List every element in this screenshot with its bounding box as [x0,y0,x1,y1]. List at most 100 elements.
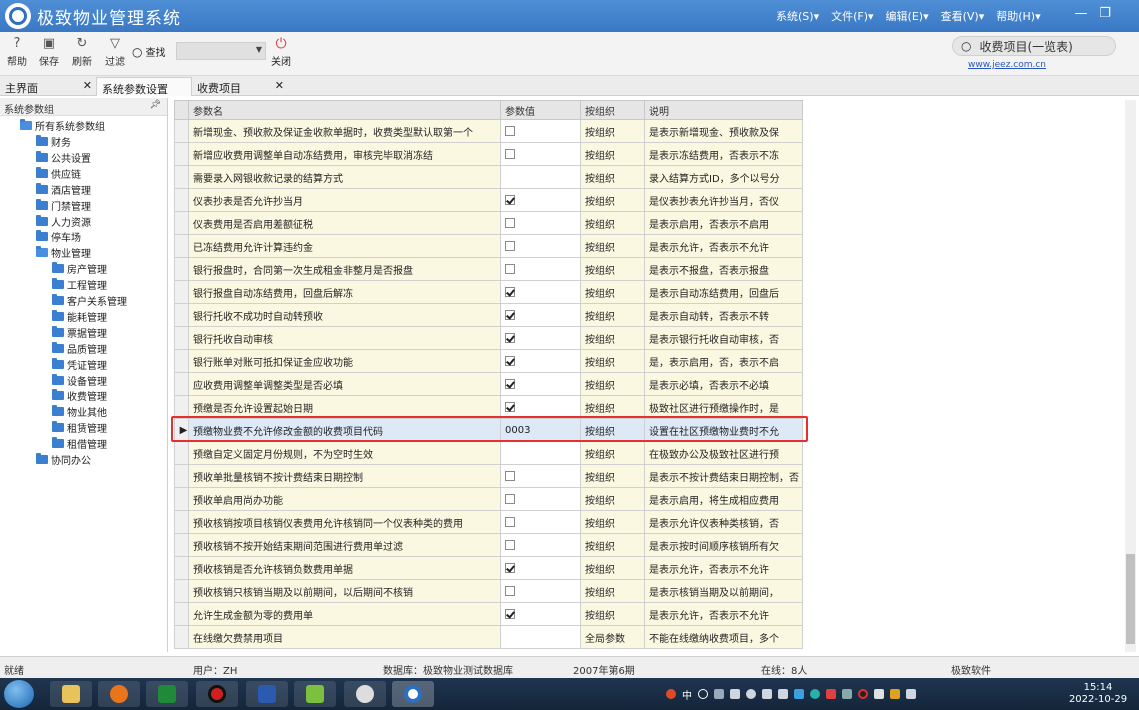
row-indicator[interactable] [174,556,189,580]
taskbar-app-explorer[interactable] [50,681,92,707]
param-name-cell[interactable]: 预收单启用尚办功能 [188,487,501,511]
param-value-cell[interactable] [500,234,581,258]
param-group-cell[interactable]: 按组织 [580,280,645,304]
param-desc-cell[interactable]: 是表示冻结费用，否表示不冻 [644,142,803,166]
taskbar-app-jeez[interactable] [392,681,434,707]
param-name-cell[interactable]: 预收核销不按开始结束期间范围进行费用单过滤 [188,533,501,557]
param-value-cell[interactable] [500,395,581,419]
grid-icon[interactable] [778,689,788,699]
close-icon[interactable]: ✕ [275,79,284,92]
tree-item[interactable]: 能耗管理 [52,309,107,324]
param-value-cell[interactable] [500,579,581,603]
param-desc-cell[interactable]: 设置在社区预缴物业费时不允 [644,418,803,442]
table-row[interactable]: 银行托收不成功时自动转预收 按组织 是表示自动转，否表示不转 [174,303,803,327]
param-group-cell[interactable]: 按组织 [580,441,645,465]
taskbar-app-recorder[interactable] [196,681,238,707]
punctuation-icon[interactable] [714,689,724,699]
table-row[interactable]: 预收核销只核销当期及以前期间，以后期间不核销 按组织 是表示核销当期及以前期间， [174,579,803,603]
tree-item[interactable]: 物业管理 [36,245,91,260]
ime-indicator[interactable]: 中 [682,687,692,702]
param-group-cell[interactable]: 按组织 [580,533,645,557]
tree-item[interactable]: 租借管理 [52,436,107,451]
param-name-cell[interactable]: 仪表抄表是否允许抄当月 [188,188,501,212]
row-indicator[interactable] [174,510,189,534]
param-value-cell[interactable] [500,464,581,488]
volume-icon[interactable] [906,689,916,699]
row-indicator[interactable] [174,625,189,649]
tree-item[interactable]: 停车场 [36,229,81,244]
param-desc-cell[interactable]: 是表示允许仪表种类核销，否 [644,510,803,534]
row-indicator[interactable] [174,280,189,304]
param-value-cell[interactable] [500,303,581,327]
param-value-input[interactable]: 0003 [500,418,581,442]
row-indicator[interactable] [174,188,189,212]
param-value-cell[interactable] [500,326,581,350]
param-group-cell[interactable]: 按组织 [580,395,645,419]
param-checkbox[interactable] [505,470,515,481]
taskbar-app-capture[interactable] [344,681,386,707]
param-group-cell[interactable]: 按组织 [580,487,645,511]
help-button[interactable]: ? 帮助 [2,35,32,68]
save-button[interactable]: ▣ 保存 [34,35,64,68]
moon-icon[interactable] [698,689,708,699]
param-desc-cell[interactable]: 是仪表抄表允许抄当月，否仪 [644,188,803,212]
col-header-desc[interactable]: 说明 [644,100,803,120]
table-row[interactable]: 新增应收费用调整单自动冻结费用，审核完毕取消冻结 按组织 是表示冻结费用，否表示不冻 [174,142,803,166]
param-value-cell[interactable] [500,211,581,235]
param-value-cell[interactable] [500,533,581,557]
param-checkbox[interactable] [505,608,515,619]
filter-button[interactable]: ▽ 过滤 [100,35,130,68]
param-desc-cell[interactable]: 是表示必填，否表示不必填 [644,372,803,396]
table-row[interactable]: 预收单启用尚办功能 按组织 是表示启用，将生成相应费用 [174,487,803,511]
table-row[interactable]: 在线缴欠费禁用项目 全局参数 不能在线缴纳收费项目，多个 [174,625,803,649]
table-row[interactable]: 仪表费用是否启用差额征税 按组织 是表示启用，否表示不启用 [174,211,803,235]
menu-item[interactable]: 文件(F)▾ [831,8,873,24]
wrench-icon[interactable] [762,689,772,699]
param-group-cell[interactable]: 按组织 [580,510,645,534]
tab-main[interactable]: 主界面 ✕ [0,77,96,96]
param-checkbox[interactable] [505,562,515,573]
network-icon[interactable] [810,689,820,699]
param-checkbox[interactable] [505,332,515,343]
table-row[interactable]: 仪表抄表是否允许抄当月 按组织 是仪表抄表允许抄当月，否仪 [174,188,803,212]
find-combo[interactable]: ▼ [176,42,266,60]
param-value-input[interactable] [500,165,581,189]
param-name-cell[interactable]: 已冻结费用允许计算违约金 [188,234,501,258]
param-value-cell[interactable] [500,556,581,580]
param-checkbox[interactable] [505,355,515,366]
param-group-cell[interactable]: 按组织 [580,119,645,143]
flag-icon[interactable] [874,689,884,699]
menu-item[interactable]: 系统(S)▾ [776,8,819,24]
param-value-cell[interactable] [500,602,581,626]
param-checkbox[interactable] [505,309,515,320]
param-checkbox[interactable] [505,493,515,504]
param-name-cell[interactable]: 银行托收自动审核 [188,326,501,350]
row-indicator[interactable] [174,257,189,281]
row-indicator[interactable] [174,234,189,258]
row-indicator[interactable] [174,349,189,373]
param-desc-cell[interactable]: 是表示启用，将生成相应费用 [644,487,803,511]
param-checkbox[interactable] [505,378,515,389]
param-group-cell[interactable]: 按组织 [580,579,645,603]
param-desc-cell[interactable]: 是表示新增现金、预收款及保 [644,119,803,143]
param-name-cell[interactable]: 预收核销是否允许核销负数费用单据 [188,556,501,580]
param-name-cell[interactable]: 预收核销只核销当期及以前期间，以后期间不核销 [188,579,501,603]
row-indicator[interactable] [174,326,189,350]
param-desc-cell[interactable]: 极致社区进行预缴操作时，是 [644,395,803,419]
taskbar-app-firefox[interactable] [98,681,140,707]
table-row[interactable]: 预收单批量核销不按计费结束日期控制 按组织 是表示不按计费结束日期控制，否 [174,464,803,488]
param-checkbox[interactable] [505,539,515,550]
param-group-cell[interactable]: 按组织 [580,211,645,235]
taskbar-app-android[interactable] [294,681,336,707]
row-indicator[interactable] [174,579,189,603]
row-indicator[interactable] [174,165,189,189]
param-group-cell[interactable]: 按组织 [580,303,645,327]
param-name-cell[interactable]: 在线缴欠费禁用项目 [188,625,501,649]
param-checkbox[interactable] [505,263,515,274]
monitor-icon[interactable] [842,689,852,699]
param-value-cell[interactable] [500,487,581,511]
table-row[interactable]: 预缴自定义固定月份规则，不为空时生效 按组织 在极致办公及极致社区进行预 [174,441,803,465]
param-value-cell[interactable] [500,349,581,373]
table-row[interactable]: ▶ 预缴物业费不允许修改金额的收费项目代码 0003 按组织 设置在社区预缴物业费时不允 [174,418,803,442]
table-row[interactable]: 允许生成金额为零的费用单 按组织 是表示允许，否表示不允许 [174,602,803,626]
